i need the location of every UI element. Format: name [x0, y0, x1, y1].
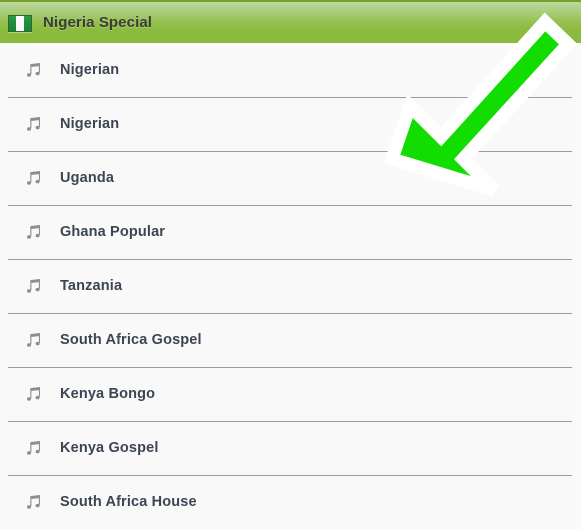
music-note-icon: [24, 332, 44, 348]
list-item[interactable]: South Africa Gospel: [0, 313, 581, 367]
music-note-icon: [24, 224, 44, 240]
list-item[interactable]: Kenya Gospel: [0, 421, 581, 475]
list-item[interactable]: Ghana Popular: [0, 205, 581, 259]
list-item-label: Ghana Popular: [60, 224, 166, 240]
flag-stripe-white: [16, 15, 24, 31]
list-item[interactable]: Nigerian: [0, 97, 581, 151]
music-note-icon: [24, 440, 44, 456]
music-note-icon: [24, 62, 44, 78]
list-item[interactable]: Tanzania: [0, 259, 581, 313]
list-item-label: South Africa House: [60, 494, 197, 510]
list-item-label: Kenya Gospel: [60, 440, 159, 456]
list-item-label: Kenya Bongo: [60, 386, 156, 402]
flag-stripe-green-right: [23, 15, 31, 31]
list-item[interactable]: Kenya Bongo: [0, 367, 581, 421]
station-list: Nigerian Nigerian Uganda Ghana Popular T…: [0, 43, 581, 529]
panel-header: Nigeria Special: [0, 0, 581, 43]
music-note-icon: [24, 386, 44, 402]
list-item[interactable]: South Africa House: [0, 475, 581, 529]
music-note-icon: [24, 170, 44, 186]
media-category-panel: Nigeria Special Nigerian Nigerian Uganda…: [0, 0, 581, 529]
list-item[interactable]: Nigerian: [0, 43, 581, 97]
nigeria-flag-icon: [8, 14, 32, 32]
list-item-label: Nigerian: [60, 116, 120, 132]
music-note-icon: [24, 116, 44, 132]
list-item[interactable]: Uganda: [0, 151, 581, 205]
list-item-label: Tanzania: [60, 278, 123, 294]
list-item-label: Nigerian: [60, 62, 120, 78]
list-item-label: South Africa Gospel: [60, 332, 202, 348]
page-title: Nigeria Special: [43, 14, 153, 31]
flag-stripe-green-left: [9, 15, 17, 31]
music-note-icon: [24, 494, 44, 510]
music-note-icon: [24, 278, 44, 294]
list-item-label: Uganda: [60, 170, 115, 186]
